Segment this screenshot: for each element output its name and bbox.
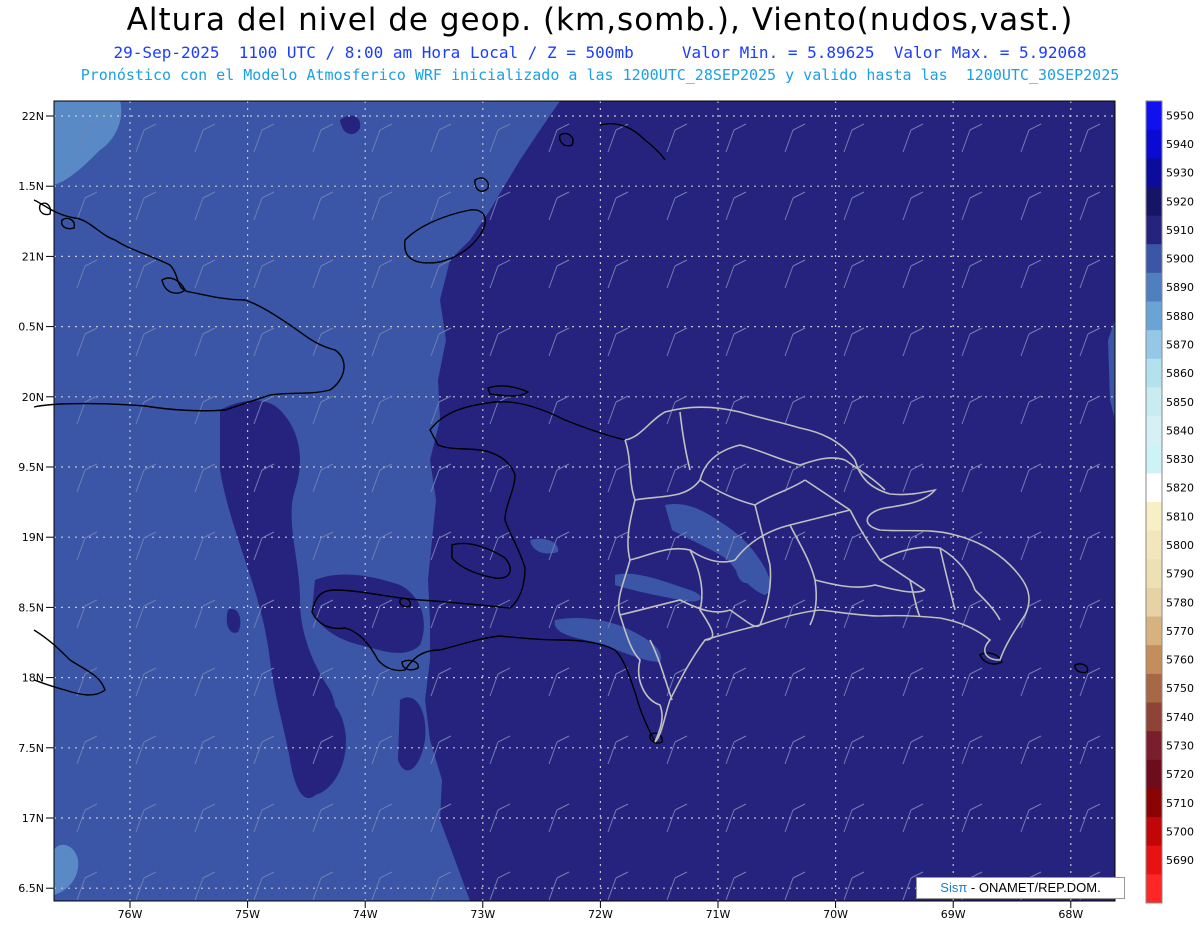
colorbar-swatch: [1146, 358, 1162, 388]
colorbar-swatch: [1146, 330, 1162, 360]
colorbar-swatch: [1146, 587, 1162, 618]
colorbar-label: 5890: [1166, 281, 1194, 294]
colorbar-label: 5740: [1166, 711, 1194, 724]
colorbar-swatch: [1146, 645, 1162, 675]
colorbar-label: 5730: [1166, 739, 1194, 752]
colorbar-label: 5770: [1166, 625, 1194, 638]
colorbar-label: 5830: [1166, 453, 1194, 466]
colorbar-swatch: [1146, 244, 1162, 274]
colorbar-label: 5690: [1166, 854, 1194, 867]
credit-box: Sisπ - ONAMET/REP.DOM.: [916, 877, 1125, 899]
longitude-label: 70W: [823, 908, 848, 921]
credit-text: - ONAMET/REP.DOM.: [967, 880, 1101, 895]
colorbar-label: 5860: [1166, 367, 1194, 380]
colorbar-label: 5720: [1166, 768, 1194, 781]
colorbar-swatch: [1146, 874, 1162, 904]
colorbar-label: 5870: [1166, 338, 1194, 351]
longitude-labels: 76W 75W 74W 73W 72W 71W 70W 69W 68W: [118, 901, 1083, 921]
latitude-label: 7.5N: [18, 742, 44, 755]
colorbar-swatch: [1146, 215, 1162, 245]
colorbar-swatch: [1146, 759, 1162, 789]
longitude-label: 76W: [118, 908, 143, 921]
latitude-label: 6.5N: [18, 882, 44, 895]
field-5910-band: [425, 101, 1115, 901]
colorbar-swatch: [1146, 387, 1162, 417]
longitude-label: 68W: [1058, 908, 1083, 921]
colorbar-swatch: [1146, 158, 1162, 188]
colorbar-swatch: [1146, 444, 1162, 474]
colorbar-label: 5820: [1166, 482, 1194, 495]
longitude-label: 72W: [588, 908, 613, 921]
latitude-label: 20N: [22, 391, 44, 404]
colorbar-label: 5790: [1166, 568, 1194, 581]
latitude-label: 19N: [22, 531, 44, 544]
colorbar-swatch: [1146, 817, 1162, 847]
colorbar: 5950 5940 5930 5920 5910 5900 5890 5880 5870 5860…: [1145, 100, 1194, 904]
colorbar-swatch: [1146, 559, 1162, 589]
colorbar-swatch: [1146, 101, 1162, 131]
latitude-label: 9.5N: [18, 461, 44, 474]
latitude-label: 22N: [22, 110, 44, 123]
colorbar-label: 5940: [1166, 138, 1194, 151]
colorbar-label: 5750: [1166, 682, 1194, 695]
colorbar-label: 5780: [1166, 596, 1194, 609]
colorbar-swatch: [1146, 129, 1162, 159]
longitude-label: 73W: [470, 908, 495, 921]
colorbar-swatch: [1146, 845, 1162, 875]
colorbar-swatch: [1146, 673, 1162, 703]
latitude-label: 0.5N: [18, 321, 44, 334]
colorbar-label: 5800: [1166, 539, 1194, 552]
colorbar-label: 5810: [1166, 510, 1194, 523]
longitude-label: 71W: [706, 908, 731, 921]
colorbar-label: 5710: [1166, 797, 1194, 810]
colorbar-swatch: [1146, 473, 1162, 503]
colorbar-swatch: [1146, 416, 1162, 446]
colorbar-swatch: [1146, 702, 1162, 732]
latitude-label: 18N: [22, 672, 44, 685]
colorbar-label: 5920: [1166, 195, 1194, 208]
colorbar-label: 5700: [1166, 825, 1194, 838]
geopotential-field: [54, 101, 1115, 901]
colorbar-label: 5760: [1166, 654, 1194, 667]
colorbar-label: 5950: [1166, 109, 1194, 122]
colorbar-swatch: [1146, 788, 1162, 818]
colorbar-label: 5850: [1166, 396, 1194, 409]
colorbar-label: 5910: [1166, 224, 1194, 237]
colorbar-swatch: [1146, 186, 1162, 217]
colorbar-label: 5900: [1166, 253, 1194, 266]
colorbar-swatch: [1146, 616, 1162, 646]
colorbar-swatch: [1146, 272, 1162, 302]
longitude-label: 75W: [235, 908, 260, 921]
colorbar-swatch: [1146, 731, 1162, 761]
colorbar-swatch: [1146, 502, 1162, 532]
latitude-label: 1.5N: [18, 180, 44, 193]
colorbar-swatch: [1146, 530, 1162, 560]
longitude-label: 74W: [353, 908, 378, 921]
latitude-labels: 22N 1.5N 21N 0.5N 20N 9.5N 19N 8.5N 18N 7.5N 17N 6.…: [18, 110, 54, 895]
colorbar-label: 5930: [1166, 167, 1194, 180]
longitude-label: 69W: [941, 908, 966, 921]
colorbar-swatch: [1146, 301, 1162, 331]
latitude-label: 21N: [22, 250, 44, 263]
forecast-map: 22N 1.5N 21N 0.5N 20N 9.5N 19N 8.5N 18N 7.5N 17N 6.…: [18, 100, 1194, 921]
colorbar-label: 5880: [1166, 310, 1194, 323]
sispi-logo: Sisπ: [940, 880, 968, 895]
colorbar-label: 5840: [1166, 424, 1194, 437]
latitude-label: 17N: [22, 812, 44, 825]
latitude-label: 8.5N: [18, 601, 44, 614]
